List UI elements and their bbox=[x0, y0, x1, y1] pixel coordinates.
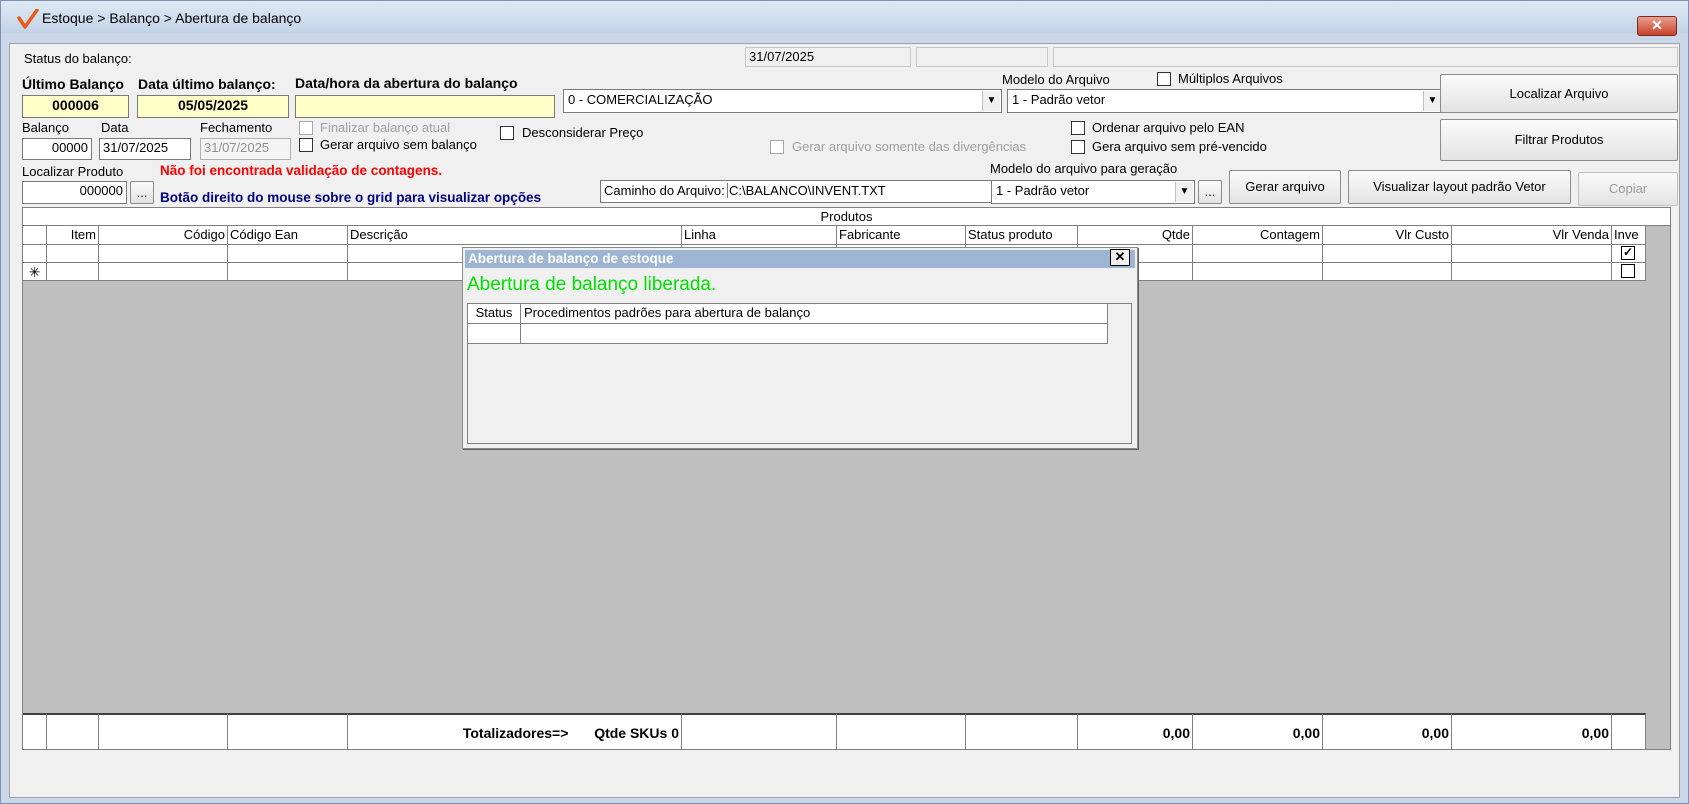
modelo-arquivo-selected: 1 - Padrão vetor bbox=[1012, 92, 1106, 107]
data-ultimo-balanco-field[interactable]: 05/05/2025 bbox=[137, 95, 289, 118]
validacao-message: Não foi encontrada validação de contagen… bbox=[160, 163, 443, 178]
list-item[interactable] bbox=[521, 324, 1108, 344]
data-label: Data bbox=[101, 120, 129, 135]
total-contagem: 0,00 bbox=[1193, 713, 1323, 750]
gerar-arquivo-button[interactable]: Gerar arquivo bbox=[1229, 170, 1341, 204]
column-header-fabricante[interactable]: Fabricante bbox=[837, 226, 966, 245]
status-cell-3 bbox=[1053, 47, 1678, 67]
finalizar-balanco-label: Finalizar balanço atual bbox=[320, 120, 451, 135]
column-header-codigo-ean[interactable]: Código Ean bbox=[228, 226, 348, 245]
qtde-skus-label: Qtde SKUs 0 bbox=[594, 725, 679, 741]
checkmark-logo-icon bbox=[17, 9, 39, 29]
column-header-status-produto[interactable]: Status produto bbox=[966, 226, 1078, 245]
column-header-codigo[interactable]: Código bbox=[99, 226, 228, 245]
balanco-field[interactable]: 00000 bbox=[22, 138, 92, 160]
fechamento-label: Fechamento bbox=[200, 120, 273, 135]
column-header-item[interactable]: Item bbox=[47, 226, 99, 245]
fechamento-field: 31/07/2025 bbox=[200, 138, 291, 160]
inventario-checkbox-empty[interactable] bbox=[1621, 264, 1635, 278]
caminho-arquivo-value[interactable]: C:\BALANCO\INVENT.TXT bbox=[729, 183, 886, 198]
modelo-geracao-combo[interactable]: 1 - Padrão vetor ▼ bbox=[991, 180, 1195, 204]
copiar-button: Copiar bbox=[1578, 172, 1678, 206]
list-item[interactable] bbox=[468, 324, 521, 344]
multiplos-arquivos-checkbox[interactable] bbox=[1157, 72, 1171, 86]
column-header-inventario[interactable]: Inve bbox=[1612, 226, 1646, 245]
window-title: Estoque > Balanço > Abertura de balanço bbox=[42, 10, 302, 26]
column-header-qtde[interactable]: Qtde bbox=[1078, 226, 1193, 245]
data-field[interactable]: 31/07/2025 bbox=[99, 138, 191, 160]
sem-pre-vencido-checkbox[interactable] bbox=[1071, 140, 1085, 154]
procedimentos-grid[interactable]: Status Procedimentos padrões para abertu… bbox=[467, 303, 1132, 444]
modelo-arquivo-combo[interactable]: 1 - Padrão vetor ▼ bbox=[1007, 89, 1443, 113]
localizar-produto-browse-button[interactable]: ... bbox=[130, 181, 154, 204]
localizar-produto-label: Localizar Produto bbox=[22, 164, 124, 179]
caminho-arquivo-box: Caminho do Arquivo: C:\BALANCO\INVENT.TX… bbox=[600, 180, 994, 203]
ultimo-balanco-field[interactable]: 000006 bbox=[22, 95, 129, 118]
tipo-combo[interactable]: 0 - COMERCIALIZAÇÃO ▼ bbox=[563, 89, 1002, 113]
modelo-geracao-browse-button[interactable]: ... bbox=[1198, 180, 1222, 204]
desconsiderar-preco-checkbox[interactable] bbox=[500, 126, 514, 140]
row-indicator-header bbox=[23, 226, 47, 245]
dialog-close-icon[interactable]: ✕ bbox=[1110, 249, 1130, 266]
data-abertura-field[interactable] bbox=[295, 95, 555, 118]
column-header-linha[interactable]: Linha bbox=[682, 226, 837, 245]
column-header-status[interactable]: Status bbox=[468, 304, 521, 324]
balanco-label: Balanço bbox=[22, 120, 69, 135]
chevron-down-icon[interactable]: ▼ bbox=[1175, 182, 1193, 202]
chevron-down-icon[interactable]: ▼ bbox=[982, 91, 1000, 111]
desconsiderar-preco-label: Desconsiderar Preço bbox=[522, 125, 644, 140]
ordenar-ean-label: Ordenar arquivo pelo EAN bbox=[1092, 120, 1245, 135]
modelo-arquivo-label: Modelo do Arquivo bbox=[1002, 72, 1110, 87]
finalizar-balanco-checkbox[interactable] bbox=[299, 121, 313, 135]
tipo-selected: 0 - COMERCIALIZAÇÃO bbox=[568, 92, 713, 107]
inventario-checkbox[interactable]: ✓ bbox=[1621, 246, 1635, 260]
dialog-success-message: Abertura de balanço liberada. bbox=[467, 274, 717, 295]
ultimo-balanco-label: Último Balanço bbox=[22, 76, 124, 92]
sem-pre-vencido-label: Gera arquivo sem pré-vencido bbox=[1092, 139, 1267, 154]
grid-caption: Produtos bbox=[23, 208, 1670, 226]
somente-divergencias-checkbox[interactable] bbox=[770, 140, 784, 154]
abertura-dialog: Abertura de balanço de estoque ✕ Abertur… bbox=[462, 247, 1138, 449]
gerar-sem-balanco-label: Gerar arquivo sem balanço bbox=[320, 137, 477, 152]
somente-divergencias-label: Gerar arquivo somente das divergências bbox=[792, 139, 1027, 154]
column-header-descricao[interactable]: Descrição bbox=[348, 226, 682, 245]
column-header-vlr-venda[interactable]: Vlr Venda bbox=[1452, 226, 1612, 245]
window-close-button[interactable]: ✕ bbox=[1637, 16, 1677, 36]
column-header-procedimentos[interactable]: Procedimentos padrões para abertura de b… bbox=[521, 304, 1108, 324]
multiplos-arquivos-label: Múltiplos Arquivos bbox=[1178, 71, 1283, 86]
dialog-title: Abertura de balanço de estoque bbox=[465, 250, 1135, 268]
caminho-arquivo-label: Caminho do Arquivo: bbox=[604, 183, 728, 198]
total-vlr-venda: 0,00 bbox=[1452, 713, 1612, 750]
filtrar-produtos-button[interactable]: Filtrar Produtos bbox=[1440, 119, 1678, 161]
chevron-down-icon[interactable]: ▼ bbox=[1423, 91, 1441, 111]
column-header-vlr-custo[interactable]: Vlr Custo bbox=[1323, 226, 1452, 245]
grid-hint-message: Botão direito do mouse sobre o grid para… bbox=[160, 190, 542, 205]
localizar-produto-field[interactable]: 000000 bbox=[22, 181, 127, 204]
gerar-sem-balanco-checkbox[interactable] bbox=[299, 138, 313, 152]
totalizadores-label: Totalizadores=> bbox=[462, 725, 569, 741]
status-label: Status do balanço: bbox=[24, 51, 132, 66]
status-date: 31/07/2025 bbox=[745, 47, 911, 67]
data-abertura-label: Data/hora da abertura do balanço bbox=[295, 75, 518, 91]
ordenar-ean-checkbox[interactable] bbox=[1071, 121, 1085, 135]
total-vlr-custo: 0,00 bbox=[1323, 713, 1452, 750]
modelo-geracao-selected: 1 - Padrão vetor bbox=[996, 183, 1090, 198]
total-qtde: 0,00 bbox=[1078, 713, 1193, 750]
data-ultimo-balanco-label: Data último balanço: bbox=[138, 76, 276, 92]
column-header-contagem[interactable]: Contagem bbox=[1193, 226, 1323, 245]
modelo-geracao-label: Modelo do arquivo para geração bbox=[990, 161, 1178, 176]
status-cell-2 bbox=[916, 47, 1048, 67]
main-window: Estoque > Balanço > Abertura de balanço … bbox=[0, 0, 1689, 804]
new-row-marker: ✳ bbox=[23, 263, 47, 281]
title-bar: Estoque > Balanço > Abertura de balanço … bbox=[1, 1, 1688, 36]
visualizar-layout-button[interactable]: Visualizar layout padrão Vetor bbox=[1348, 170, 1571, 204]
localizar-arquivo-button[interactable]: Localizar Arquivo bbox=[1440, 74, 1678, 113]
